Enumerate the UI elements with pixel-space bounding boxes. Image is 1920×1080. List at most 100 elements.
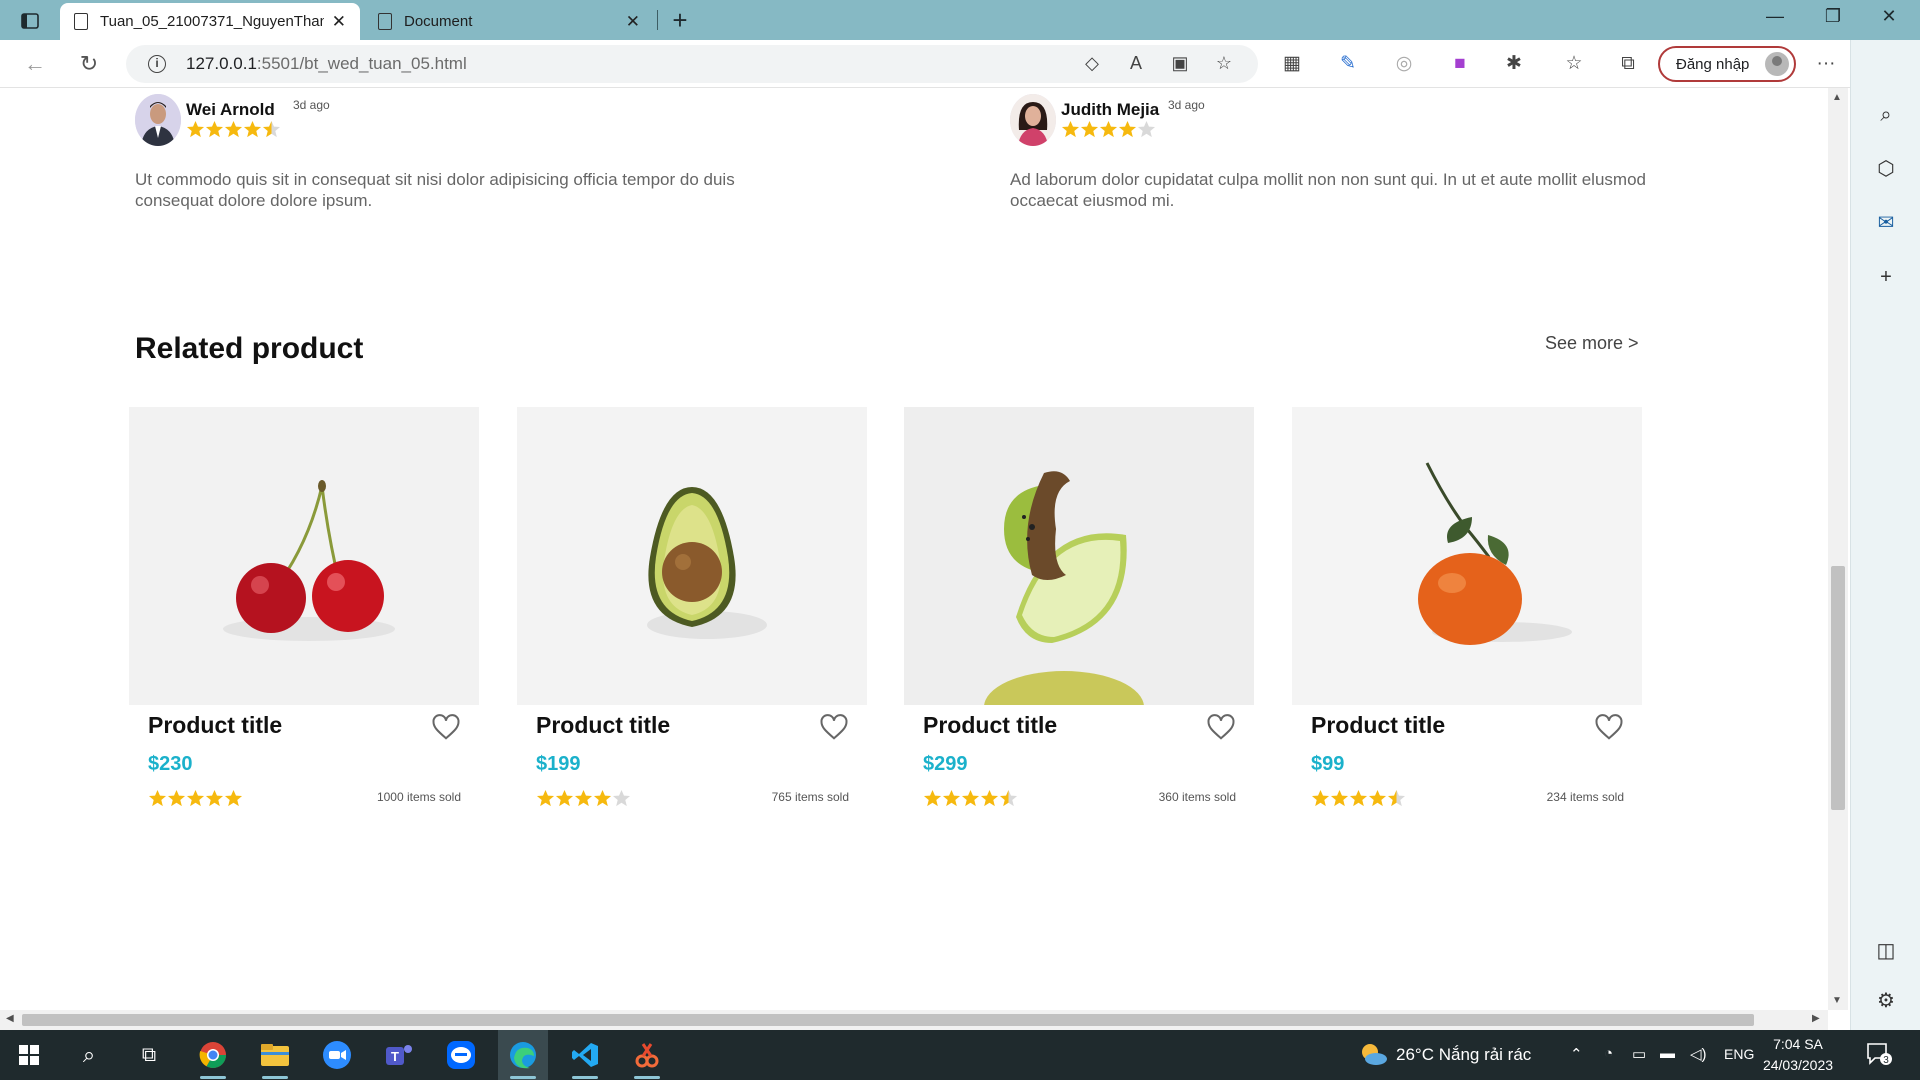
star-icon — [1311, 789, 1330, 807]
volume-icon[interactable]: ◁) — [1690, 1045, 1707, 1063]
refresh-button[interactable]: ↻ — [74, 49, 104, 79]
clock[interactable]: 7:04 SA 24/03/2023 — [1762, 1034, 1834, 1076]
product-title[interactable]: Product title — [148, 712, 282, 739]
horizontal-scroll-thumb[interactable] — [22, 1014, 1754, 1026]
notification-center-icon[interactable]: 3 — [1866, 1042, 1892, 1070]
pen-extension-icon[interactable]: ✎ — [1334, 50, 1362, 78]
vertical-scrollbar[interactable]: ▲ ▼ — [1828, 88, 1848, 1010]
star-icon — [1387, 789, 1406, 807]
compass-extension-icon[interactable]: ◎ — [1390, 50, 1418, 78]
product-image-cherry[interactable] — [129, 407, 479, 705]
battery-icon[interactable]: ▬ — [1660, 1045, 1675, 1062]
product-image-kiwi-lime[interactable] — [904, 407, 1254, 705]
horizontal-scrollbar[interactable]: ◀ ▶ — [0, 1010, 1828, 1030]
heart-icon[interactable] — [1206, 712, 1236, 742]
site-info-icon[interactable]: i — [148, 55, 166, 73]
shopping-icon[interactable]: ⬡ — [1871, 154, 1901, 184]
tab-title: Document — [404, 13, 473, 30]
collections-icon[interactable]: ⧉ — [1614, 50, 1642, 78]
read-aloud-icon[interactable]: A — [1124, 53, 1148, 75]
product-title[interactable]: Product title — [1311, 712, 1445, 739]
url-text[interactable]: 127.0.0.1:5501/bt_wed_tuan_05.html — [186, 54, 467, 74]
scroll-left-icon[interactable]: ◀ — [6, 1013, 14, 1024]
product-card[interactable]: Product title $299 360 items sold — [904, 407, 1254, 819]
star-icon — [536, 789, 555, 807]
show-hidden-icons[interactable]: ⌃ — [1570, 1045, 1583, 1063]
running-indicator — [510, 1076, 536, 1079]
windows-start-icon[interactable] — [4, 1030, 54, 1080]
tab-inactive[interactable]: Document ✕ — [364, 3, 654, 40]
star-icon — [224, 789, 243, 807]
product-card[interactable]: Product title $99 234 items sold — [1292, 407, 1642, 819]
star-icon — [1349, 789, 1368, 807]
tab-active[interactable]: Tuan_05_21007371_NguyenThan ✕ — [60, 3, 360, 40]
heart-icon[interactable] — [1594, 712, 1624, 742]
tag-icon[interactable]: ◇ — [1080, 53, 1104, 75]
color-extension-icon[interactable]: ■ — [1446, 50, 1474, 78]
items-sold: 360 items sold — [1158, 790, 1236, 804]
teams-icon[interactable]: T — [374, 1030, 424, 1080]
product-title[interactable]: Product title — [536, 712, 670, 739]
product-image-avocado[interactable] — [517, 407, 867, 705]
back-button[interactable]: ← — [20, 49, 50, 79]
new-tab-button[interactable]: + — [666, 6, 694, 34]
more-menu-icon[interactable]: ··· — [1812, 50, 1840, 78]
product-card[interactable]: Product title $230 1000 items sold — [129, 407, 479, 819]
chrome-icon[interactable] — [188, 1030, 238, 1080]
reviewer-name: Judith Mejia — [1061, 100, 1160, 119]
close-window-button[interactable]: ✕ — [1866, 6, 1912, 27]
input-language[interactable]: ENG — [1724, 1046, 1754, 1062]
address-bar[interactable]: i 127.0.0.1:5501/bt_wed_tuan_05.html ◇ A… — [126, 45, 1258, 83]
product-card[interactable]: Product title $199 765 items sold — [517, 407, 867, 819]
sign-in-button[interactable]: Đăng nhập — [1658, 46, 1796, 82]
vertical-scroll-thumb[interactable] — [1831, 566, 1845, 810]
scroll-down-icon[interactable]: ▼ — [1832, 995, 1842, 1006]
zoom-icon[interactable] — [312, 1030, 362, 1080]
see-more-link[interactable]: See more > — [1545, 333, 1639, 354]
immersive-reader-icon[interactable]: ▣ — [1168, 53, 1192, 75]
outlook-icon[interactable]: ✉ — [1871, 208, 1901, 238]
scroll-up-icon[interactable]: ▲ — [1832, 92, 1842, 103]
running-indicator — [572, 1076, 598, 1079]
edge-sidebar: ⌕ ⬡ ✉ + ◫ ⚙ — [1850, 40, 1920, 1030]
extension-icon[interactable]: ▦ — [1278, 50, 1306, 78]
clock-time: 7:04 SA — [1773, 1036, 1823, 1052]
star-icon — [1061, 120, 1080, 138]
snipping-tool-icon[interactable] — [622, 1030, 672, 1080]
weather-icon[interactable] — [1358, 1041, 1388, 1071]
heart-icon[interactable] — [819, 712, 849, 742]
scroll-right-icon[interactable]: ▶ — [1812, 1013, 1820, 1024]
tab-actions-icon[interactable] — [14, 8, 46, 34]
product-rating — [148, 789, 243, 808]
settings-gear-icon[interactable]: ⚙ — [1871, 986, 1901, 1016]
search-icon[interactable]: ⌕ — [1871, 100, 1901, 130]
product-image-tangerine[interactable] — [1292, 407, 1642, 705]
vscode-icon[interactable] — [560, 1030, 610, 1080]
heart-icon[interactable] — [431, 712, 461, 742]
edge-icon[interactable] — [498, 1030, 548, 1080]
related-product-heading: Related product — [135, 332, 364, 365]
browser-titlebar: Tuan_05_21007371_NguyenThan ✕ Document ✕… — [0, 0, 1920, 40]
tab-close-icon[interactable]: ✕ — [332, 12, 346, 32]
favorites-icon[interactable]: ☆ — [1560, 50, 1588, 78]
printer-icon[interactable]: ▭ — [1632, 1045, 1646, 1063]
taskbar-search-icon[interactable]: ⌕ — [64, 1030, 114, 1080]
extensions-icon[interactable]: ✱ — [1500, 50, 1528, 78]
minimize-button[interactable]: — — [1752, 6, 1798, 27]
network-icon[interactable]: ◔ — [1604, 1045, 1613, 1062]
product-title[interactable]: Product title — [923, 712, 1057, 739]
tab-close-icon[interactable]: ✕ — [626, 12, 640, 32]
product-rating — [1311, 789, 1406, 808]
weather-text[interactable]: 26°C Nắng rải rác — [1396, 1045, 1531, 1065]
document-icon — [378, 13, 392, 30]
star-icon — [980, 789, 999, 807]
add-favorite-icon[interactable]: ☆ — [1212, 53, 1236, 75]
restore-button[interactable]: ❐ — [1810, 6, 1856, 27]
file-explorer-icon[interactable] — [250, 1030, 300, 1080]
task-view-icon[interactable]: ⧉ — [124, 1030, 174, 1080]
add-sidebar-app-icon[interactable]: + — [1871, 262, 1901, 292]
star-icon — [923, 789, 942, 807]
tab-separator — [657, 10, 658, 30]
split-screen-icon[interactable]: ◫ — [1871, 936, 1901, 966]
zalo-icon[interactable] — [436, 1030, 486, 1080]
